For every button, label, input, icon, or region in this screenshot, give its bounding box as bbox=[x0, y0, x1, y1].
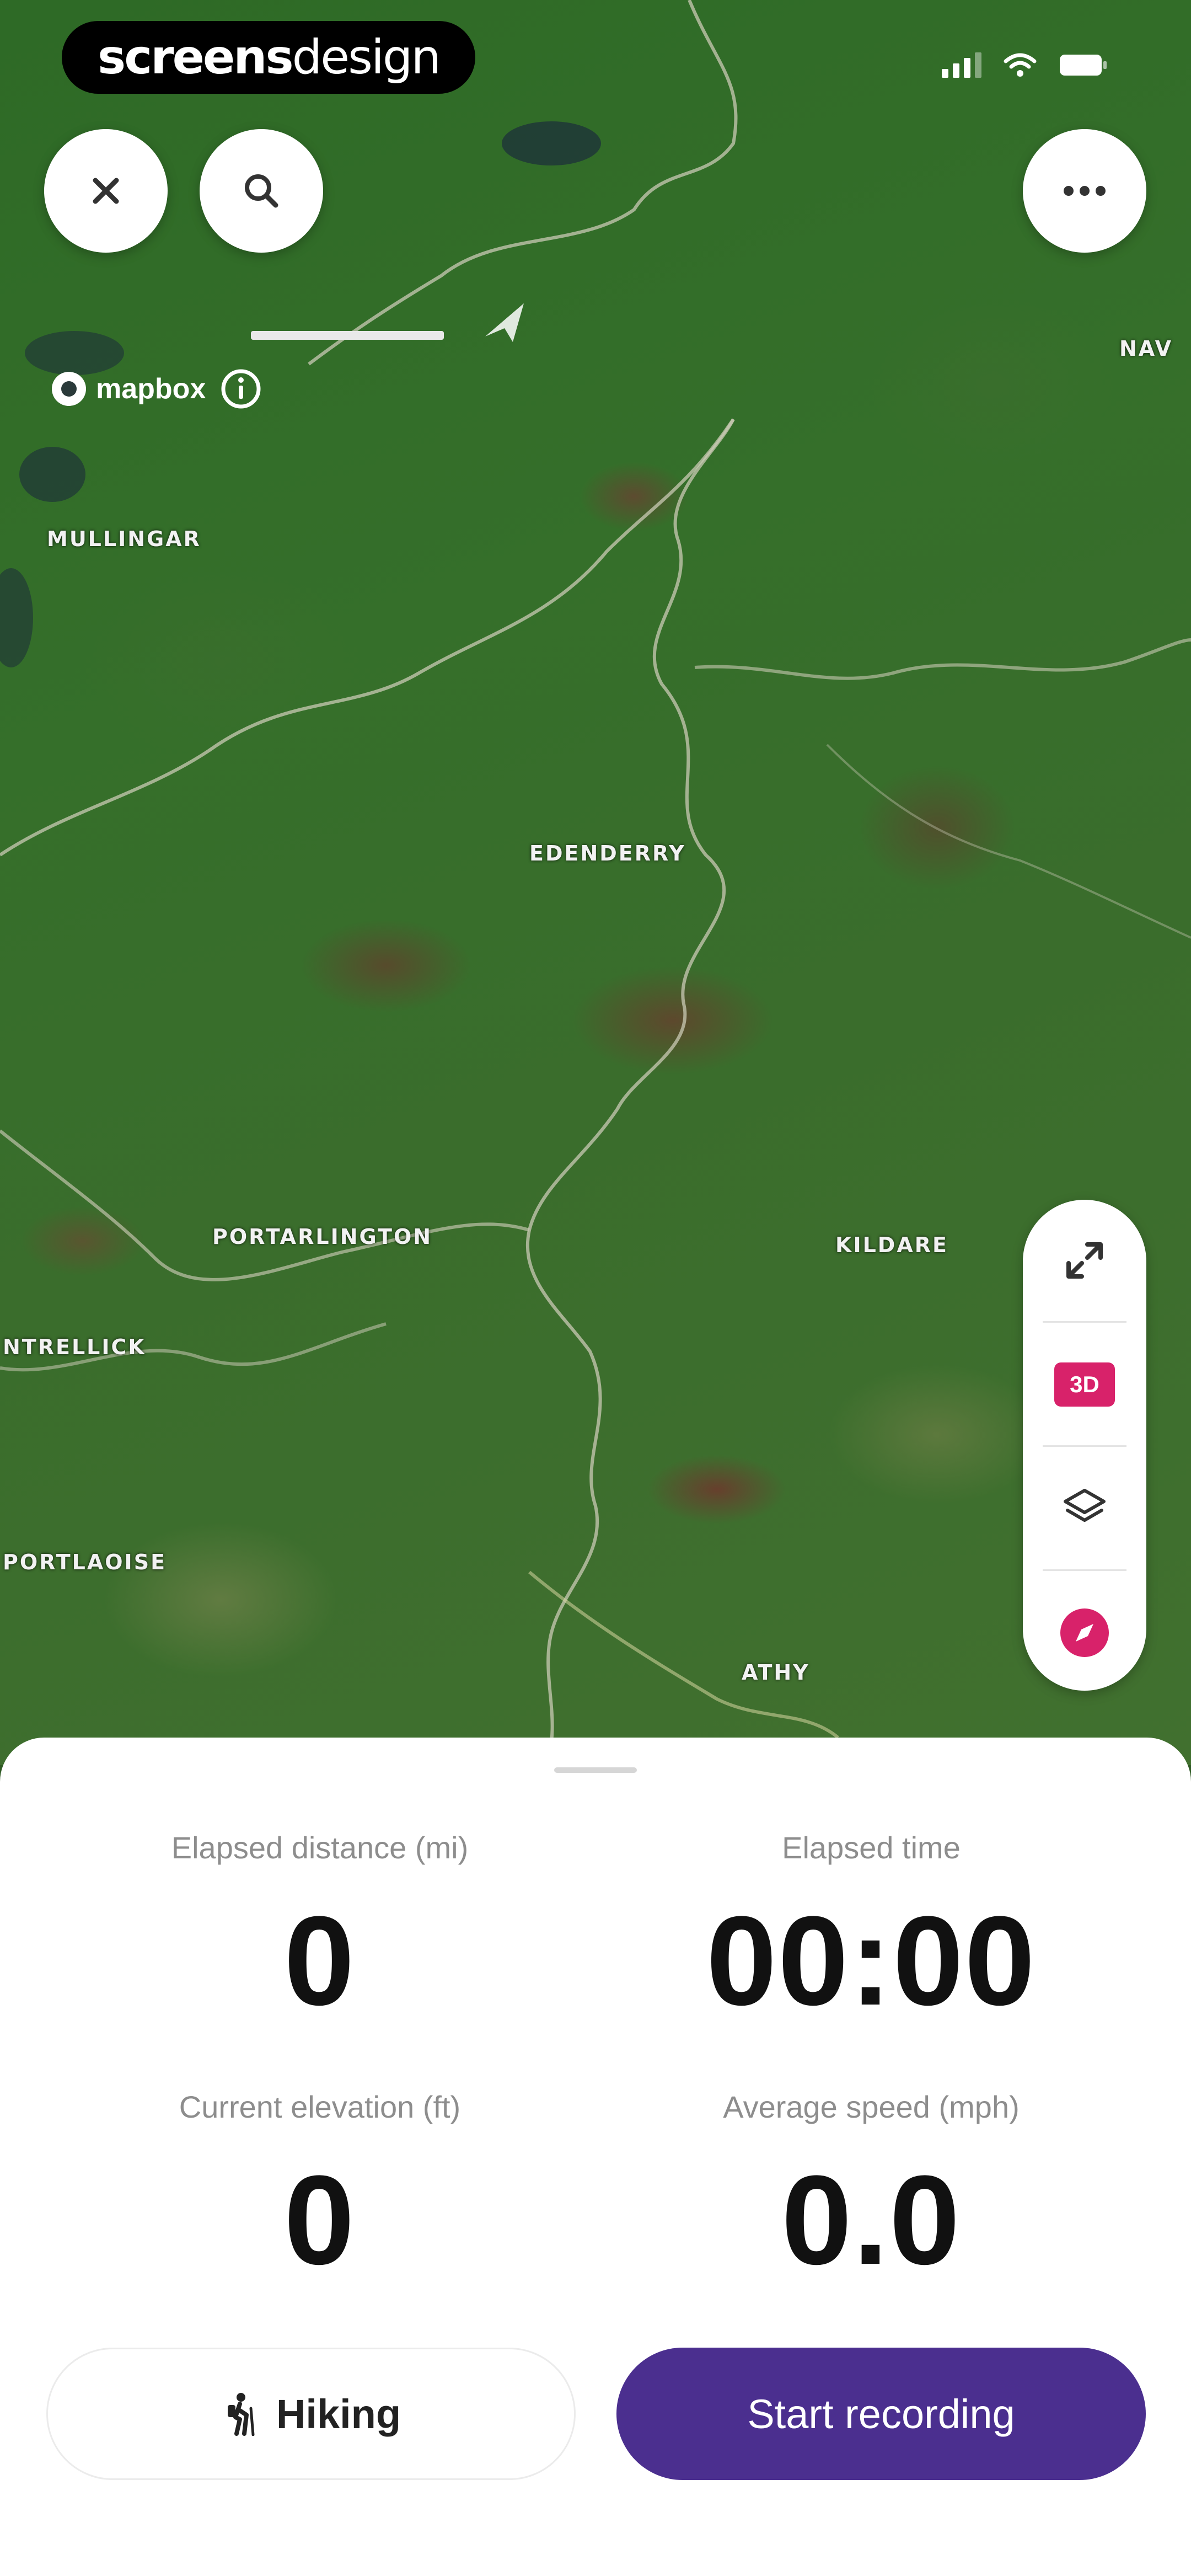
more-options-button[interactable] bbox=[1023, 129, 1146, 253]
activity-type-button[interactable]: Hiking bbox=[46, 2348, 576, 2480]
expand-icon bbox=[1066, 1242, 1103, 1279]
search-button[interactable] bbox=[200, 129, 323, 253]
close-icon bbox=[93, 178, 119, 204]
wifi-icon bbox=[1004, 53, 1037, 77]
map-label: ATHY bbox=[742, 1660, 810, 1685]
info-icon[interactable] bbox=[219, 367, 263, 411]
layers-button[interactable] bbox=[1023, 1453, 1146, 1564]
map-controls: 3D bbox=[1023, 1200, 1146, 1691]
mapbox-label: mapbox bbox=[96, 373, 206, 405]
battery-icon bbox=[1060, 55, 1107, 76]
layers-icon bbox=[1064, 1489, 1106, 1522]
status-bar bbox=[942, 52, 1108, 78]
map-label: MULLINGAR bbox=[47, 527, 201, 551]
current-elevation-value: 0 bbox=[284, 2149, 356, 2291]
elapsed-time-label: Elapsed time bbox=[782, 1830, 961, 1865]
map-boundaries bbox=[0, 0, 1191, 1765]
elapsed-distance-stat: Elapsed distance (mi) 0 bbox=[44, 1829, 596, 2030]
fullscreen-button[interactable] bbox=[1023, 1205, 1146, 1316]
current-elevation-stat: Current elevation (ft) 0 bbox=[44, 2088, 596, 2289]
location-pin-icon bbox=[485, 303, 524, 342]
start-recording-button[interactable]: Start recording bbox=[616, 2348, 1146, 2480]
average-speed-label: Average speed (mph) bbox=[723, 2089, 1020, 2124]
average-speed-value: 0.0 bbox=[781, 2149, 961, 2291]
mapbox-icon bbox=[52, 372, 86, 406]
sheet-grabber[interactable] bbox=[554, 1767, 637, 1773]
start-recording-label: Start recording bbox=[747, 2391, 1015, 2437]
map-label: KILDARE bbox=[835, 1233, 948, 1257]
map-attribution: mapbox bbox=[50, 367, 263, 411]
activity-type-label: Hiking bbox=[276, 2391, 401, 2437]
close-button[interactable] bbox=[44, 129, 168, 253]
brand-logo: screens design bbox=[62, 21, 475, 94]
mapbox-logo[interactable]: mapbox bbox=[50, 370, 206, 408]
satellite-map[interactable]: MULLINGAR EDENDERRY PORTARLINGTON KILDAR… bbox=[0, 0, 1191, 1765]
divider bbox=[1043, 1569, 1126, 1571]
search-icon bbox=[245, 174, 278, 208]
map-label: PORTARLINGTON bbox=[212, 1225, 433, 1249]
map-label: NTRELLICK bbox=[3, 1335, 146, 1359]
current-elevation-label: Current elevation (ft) bbox=[179, 2089, 461, 2124]
elapsed-time-value: 00:00 bbox=[706, 1890, 1037, 2032]
average-speed-stat: Average speed (mph) 0.0 bbox=[596, 2088, 1147, 2289]
map-label: PORTLAOISE bbox=[3, 1550, 167, 1574]
signal-icon bbox=[942, 52, 981, 78]
more-icon bbox=[1064, 186, 1106, 196]
elapsed-distance-label: Elapsed distance (mi) bbox=[171, 1830, 469, 1865]
divider bbox=[1043, 1445, 1126, 1447]
map-scale-bar bbox=[251, 331, 444, 340]
3d-badge: 3D bbox=[1054, 1362, 1115, 1407]
compass-button[interactable] bbox=[1023, 1578, 1146, 1688]
map-label: EDENDERRY bbox=[529, 841, 686, 865]
elapsed-distance-value: 0 bbox=[284, 1890, 356, 2032]
brand-part-2: design bbox=[292, 30, 441, 85]
compass-icon bbox=[1060, 1608, 1109, 1657]
divider bbox=[1043, 1321, 1126, 1323]
map-label: NAV bbox=[1119, 336, 1173, 361]
hiker-icon bbox=[227, 2393, 255, 2436]
recording-sheet: Elapsed distance (mi) 0 Elapsed time 00:… bbox=[0, 1738, 1191, 2576]
3d-toggle-button[interactable]: 3D bbox=[1023, 1329, 1146, 1440]
elapsed-time-stat: Elapsed time 00:00 bbox=[596, 1829, 1147, 2030]
brand-part-1: screens bbox=[98, 30, 294, 85]
